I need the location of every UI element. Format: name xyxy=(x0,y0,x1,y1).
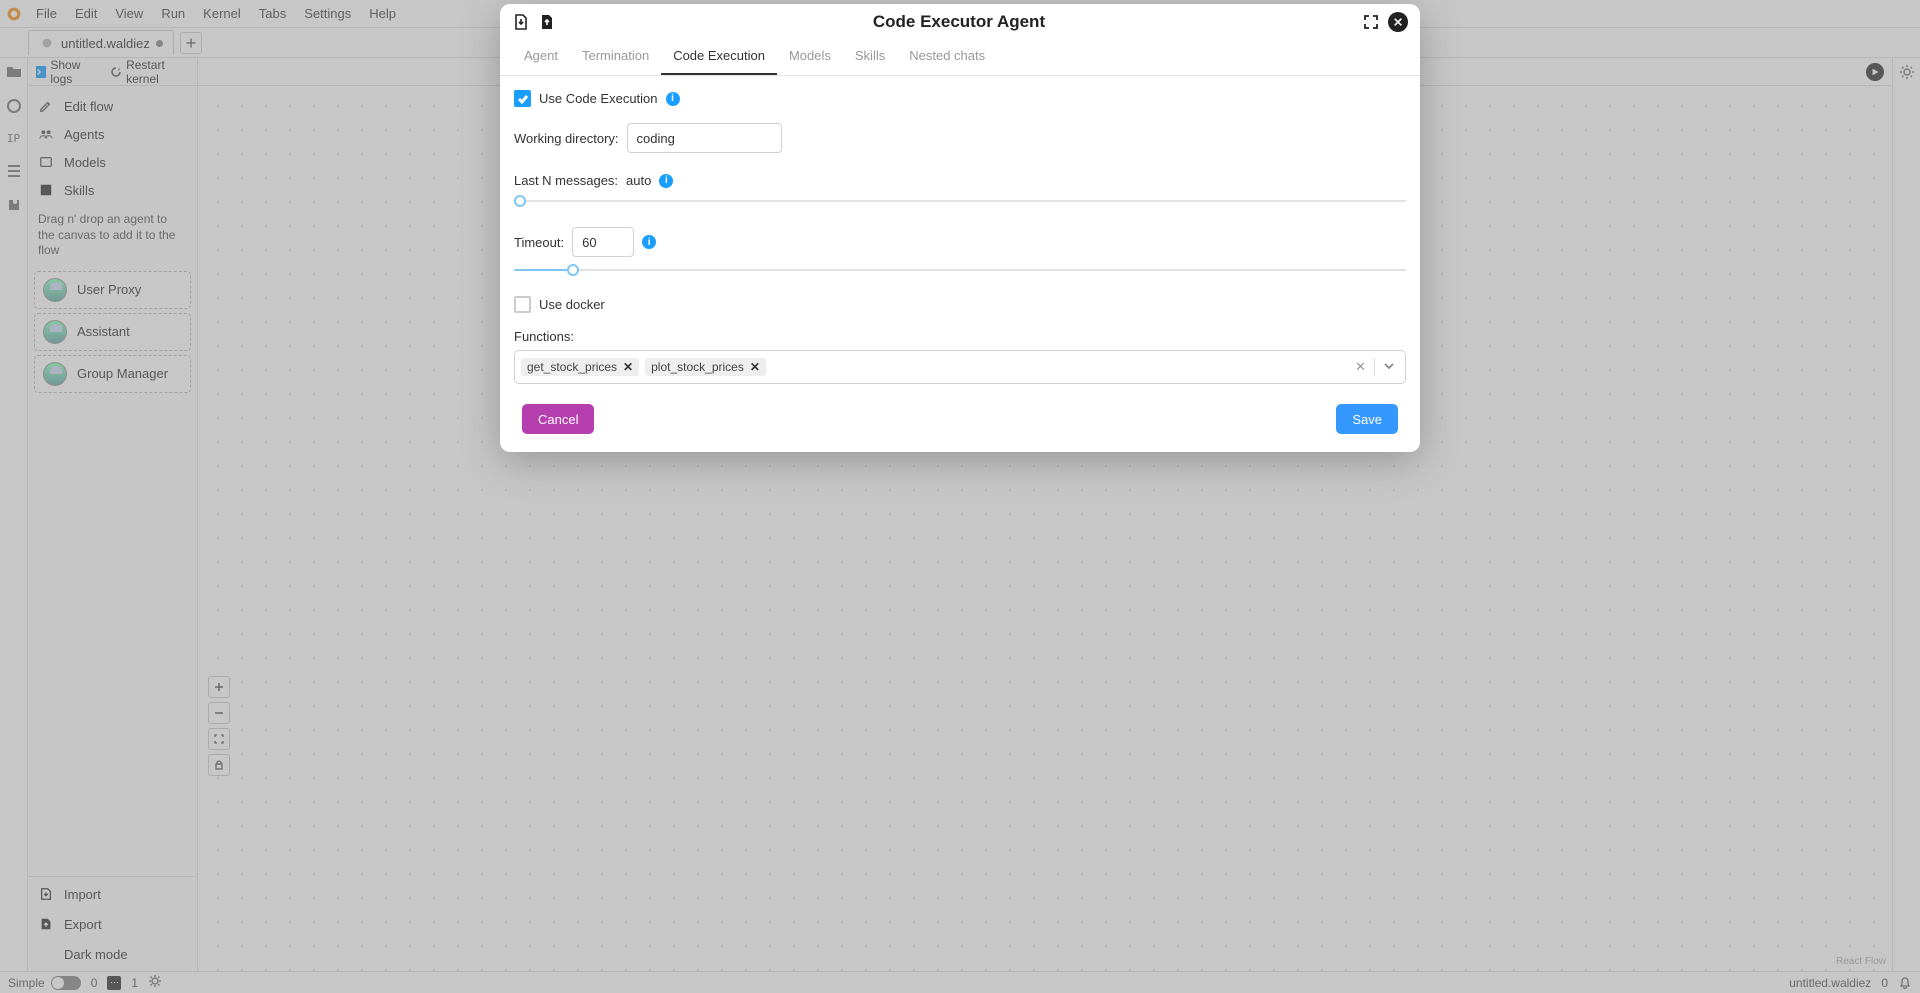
working-dir-label: Working directory: xyxy=(514,131,619,146)
tab-skills[interactable]: Skills xyxy=(843,40,897,75)
use-code-exec-checkbox[interactable] xyxy=(514,90,531,107)
function-tag: get_stock_prices ✕ xyxy=(521,358,639,376)
modal-footer: Cancel Save xyxy=(514,398,1406,434)
function-tag: plot_stock_prices ✕ xyxy=(645,358,766,376)
last-n-slider[interactable] xyxy=(514,200,1406,202)
save-button[interactable]: Save xyxy=(1336,404,1398,434)
remove-tag-icon[interactable]: ✕ xyxy=(750,360,760,374)
modal-title: Code Executor Agent xyxy=(556,12,1362,32)
timeout-slider[interactable] xyxy=(514,269,1406,271)
modal-header: Code Executor Agent xyxy=(500,4,1420,34)
tab-termination[interactable]: Termination xyxy=(570,40,661,75)
functions-multiselect[interactable]: get_stock_prices ✕ plot_stock_prices ✕ ✕ xyxy=(514,350,1406,384)
modal-body: Use Code Execution i Working directory: … xyxy=(500,76,1420,438)
function-tag-label: get_stock_prices xyxy=(527,360,617,374)
use-docker-checkbox[interactable] xyxy=(514,296,531,313)
fullscreen-icon[interactable] xyxy=(1362,13,1380,31)
cancel-button[interactable]: Cancel xyxy=(522,404,594,434)
use-docker-label: Use docker xyxy=(539,297,605,312)
clear-all-icon[interactable]: ✕ xyxy=(1355,359,1366,375)
tab-nested-chats[interactable]: Nested chats xyxy=(897,40,997,75)
export-agent-icon[interactable] xyxy=(538,13,556,31)
functions-label: Functions: xyxy=(514,329,1406,344)
timeout-label: Timeout: xyxy=(514,235,564,250)
timeout-input[interactable] xyxy=(572,227,634,257)
last-n-value: auto xyxy=(626,173,651,188)
info-icon[interactable]: i xyxy=(642,235,656,249)
use-code-exec-label: Use Code Execution xyxy=(539,91,658,106)
last-n-label: Last N messages: xyxy=(514,173,618,188)
tab-models[interactable]: Models xyxy=(777,40,843,75)
remove-tag-icon[interactable]: ✕ xyxy=(623,360,633,374)
tab-agent[interactable]: Agent xyxy=(512,40,570,75)
modal-overlay: Code Executor Agent Agent Termination Co… xyxy=(0,0,1920,993)
info-icon[interactable]: i xyxy=(666,92,680,106)
agent-settings-modal: Code Executor Agent Agent Termination Co… xyxy=(500,4,1420,452)
working-dir-input[interactable] xyxy=(627,123,782,153)
function-tag-label: plot_stock_prices xyxy=(651,360,744,374)
tab-code-execution[interactable]: Code Execution xyxy=(661,40,777,75)
info-icon[interactable]: i xyxy=(659,174,673,188)
import-agent-icon[interactable] xyxy=(512,13,530,31)
modal-tabs: Agent Termination Code Execution Models … xyxy=(500,34,1420,76)
chevron-down-icon[interactable] xyxy=(1383,360,1395,375)
close-modal-button[interactable] xyxy=(1388,12,1408,32)
